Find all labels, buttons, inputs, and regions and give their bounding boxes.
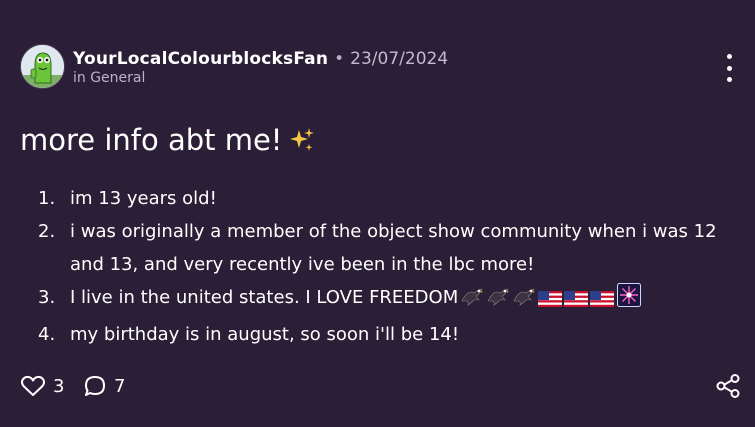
comment-count: 7 — [114, 375, 126, 397]
eagle-emoji — [460, 285, 484, 318]
us-flag-emoji — [538, 285, 563, 318]
list-number: 4. — [38, 324, 56, 345]
comment-button[interactable]: 7 — [83, 372, 125, 400]
post-title-row: more info abt me! — [20, 122, 316, 162]
list-item: 1. im 13 years old! — [38, 182, 738, 215]
list-item-text: i was originally a member of the object … — [70, 221, 717, 275]
post-title: more info abt me! — [20, 123, 283, 157]
eagle-emoji — [486, 285, 510, 318]
avatar[interactable] — [20, 44, 65, 89]
post-date: 23/07/2024 — [350, 49, 449, 69]
previous-post-cutoff: ⌃ ──── — [20, 0, 70, 7]
post-list: 1. im 13 years old! 2. i was originally … — [38, 182, 738, 351]
list-item: 3. I live in the united states. I LOVE F… — [38, 281, 738, 318]
us-flag-emoji — [590, 285, 615, 318]
list-item: 4. my birthday is in august, so soon i'l… — [38, 318, 738, 351]
like-button[interactable]: 3 — [20, 372, 64, 400]
separator-dot: • — [334, 49, 345, 69]
list-item-text: my birthday is in august, so soon i'll b… — [70, 324, 460, 345]
author-line: YourLocalColourblocksFan • 23/07/2024 — [73, 48, 448, 70]
list-number: 2. — [38, 221, 56, 242]
author-name[interactable]: YourLocalColourblocksFan — [73, 49, 328, 69]
avatar-image — [21, 45, 64, 88]
share-icon — [716, 374, 740, 398]
share-button[interactable] — [715, 373, 741, 399]
firework-emoji — [617, 283, 642, 318]
us-flag-emoji — [564, 285, 589, 318]
list-number: 1. — [38, 188, 56, 209]
list-number: 3. — [38, 287, 56, 308]
post-footer: 3 7 — [20, 372, 741, 400]
list-item: 2. i was originally a member of the obje… — [38, 215, 738, 281]
more-vertical-icon[interactable] — [721, 54, 737, 82]
comment-icon — [85, 376, 105, 396]
heart-icon — [21, 375, 45, 396]
post-category[interactable]: in General — [73, 70, 145, 86]
eagle-emoji — [512, 285, 536, 318]
list-item-text: I live in the united states. I LOVE FREE… — [70, 287, 459, 308]
sparkles-icon — [288, 126, 316, 162]
post-header: YourLocalColourblocksFan • 23/07/2024 in G… — [20, 44, 735, 92]
list-item-text: im 13 years old! — [70, 188, 217, 209]
like-count: 3 — [53, 375, 65, 397]
